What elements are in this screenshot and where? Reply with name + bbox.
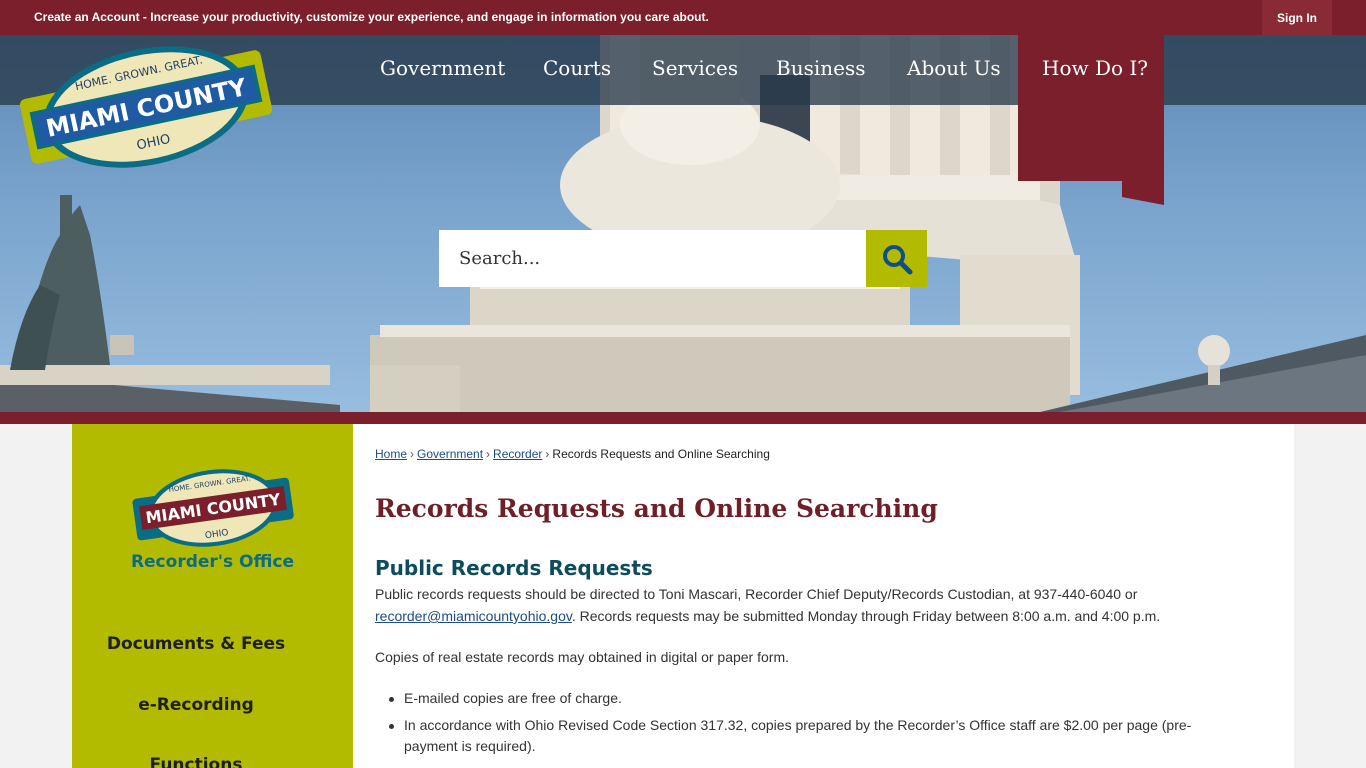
main-content: Home › Government › Recorder › Records Request… (353, 424, 1294, 768)
search-button[interactable] (866, 230, 927, 287)
sidebar: HOME. GROWN. GREAT. MIAMI COUNTY OHIO Re… (72, 424, 353, 768)
department-name: Recorder's Office (130, 552, 295, 572)
breadcrumb-government[interactable]: Government (417, 447, 483, 461)
nav-business[interactable]: Business (776, 56, 865, 80)
paragraph-text: . Records requests may be submitted Mond… (571, 608, 1161, 624)
recorder-email-link[interactable]: recorder@miamicountyohio.gov (375, 608, 572, 624)
records-request-paragraph: Public records requests should be direct… (375, 583, 1205, 627)
page-title: Records Requests and Online Searching (375, 494, 938, 523)
search-icon (882, 244, 912, 274)
list-item: In accordance with Ohio Revised Code Sec… (375, 715, 1205, 757)
sidebar-item-documents-fees[interactable]: Documents & Fees (72, 634, 320, 654)
nav-government[interactable]: Government (380, 56, 505, 80)
search-input[interactable] (439, 230, 866, 287)
breadcrumb: Home › Government › Recorder › Records Request… (375, 447, 770, 461)
fees-list: E-mailed copies are free of charge. In a… (375, 688, 1205, 763)
sidebar-item-e-recording[interactable]: e-Recording (72, 695, 320, 715)
copies-paragraph: Copies of real estate records may obtain… (375, 649, 789, 665)
breadcrumb-separator: › (545, 447, 550, 461)
breadcrumb-separator: › (486, 447, 491, 461)
top-bar: Create an Account - Increase your produc… (0, 0, 1366, 35)
how-do-i-label: How Do I? (1042, 56, 1149, 80)
how-do-i-button[interactable]: How Do I? (1018, 35, 1164, 205)
breadcrumb-home[interactable]: Home (375, 447, 407, 461)
sign-in-button[interactable]: Sign In (1262, 0, 1332, 35)
breadcrumb-current: Records Requests and Online Searching (552, 447, 770, 461)
create-account-link[interactable]: Create an Account (34, 10, 140, 24)
divider-band (0, 412, 1366, 424)
nav-courts[interactable]: Courts (543, 56, 611, 80)
list-item: E-mailed copies are free of charge. (375, 688, 1205, 709)
paragraph-text: Public records requests should be direct… (375, 586, 1138, 602)
county-logo[interactable]: HOME. GROWN. GREAT. MIAMI COUNTY OHIO (15, 40, 277, 174)
nav-about-us[interactable]: About Us (907, 56, 1001, 80)
breadcrumb-separator: › (410, 447, 415, 461)
site-search (439, 230, 927, 287)
nav-services[interactable]: Services (652, 56, 738, 80)
recorder-logo: HOME. GROWN. GREAT. MIAMI COUNTY OHIO (130, 466, 296, 550)
breadcrumb-recorder[interactable]: Recorder (493, 447, 542, 461)
section-title: Public Records Requests (375, 556, 653, 580)
sidebar-item-functions[interactable]: Functions (72, 755, 320, 768)
promo-text: - Increase your productivity, customize … (139, 10, 709, 24)
account-promo: Create an Account - Increase your produc… (34, 10, 709, 24)
